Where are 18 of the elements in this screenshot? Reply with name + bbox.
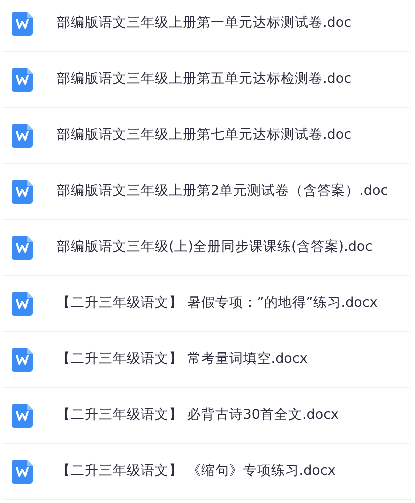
file-name[interactable]: 【二升三年级语文】 必背古诗30首全文.docx [57, 405, 340, 426]
document-icon [12, 124, 33, 148]
file-name[interactable]: 【二升三年级语文】 常考量词填空.docx [57, 349, 308, 370]
document-icon [12, 404, 33, 428]
document-icon [12, 236, 33, 260]
document-icon [12, 12, 33, 36]
document-icon [12, 68, 33, 92]
file-name[interactable]: 部编版语文三年级上册第2单元测试卷（含答案）.doc [57, 181, 388, 202]
file-name[interactable]: 部编版语文三年级上册第一单元达标测试卷.doc [57, 13, 352, 34]
document-icon [12, 348, 33, 372]
file-name[interactable]: 【二升三年级语文】 《缩句》专项练习.docx [57, 461, 336, 482]
file-name[interactable]: 部编版语文三年级(上)全册同步课课练(含答案).doc [57, 237, 373, 258]
file-name[interactable]: 【二升三年级语文】 暑假专项：”的地得”练习.docx [57, 293, 378, 314]
file-name[interactable]: 部编版语文三年级上册第五单元达标检测卷.doc [57, 69, 352, 90]
document-icon [12, 292, 33, 316]
file-name[interactable]: 部编版语文三年级上册第七单元达标测试卷.doc [57, 125, 352, 146]
document-icon [12, 180, 33, 204]
document-icon [12, 460, 33, 484]
